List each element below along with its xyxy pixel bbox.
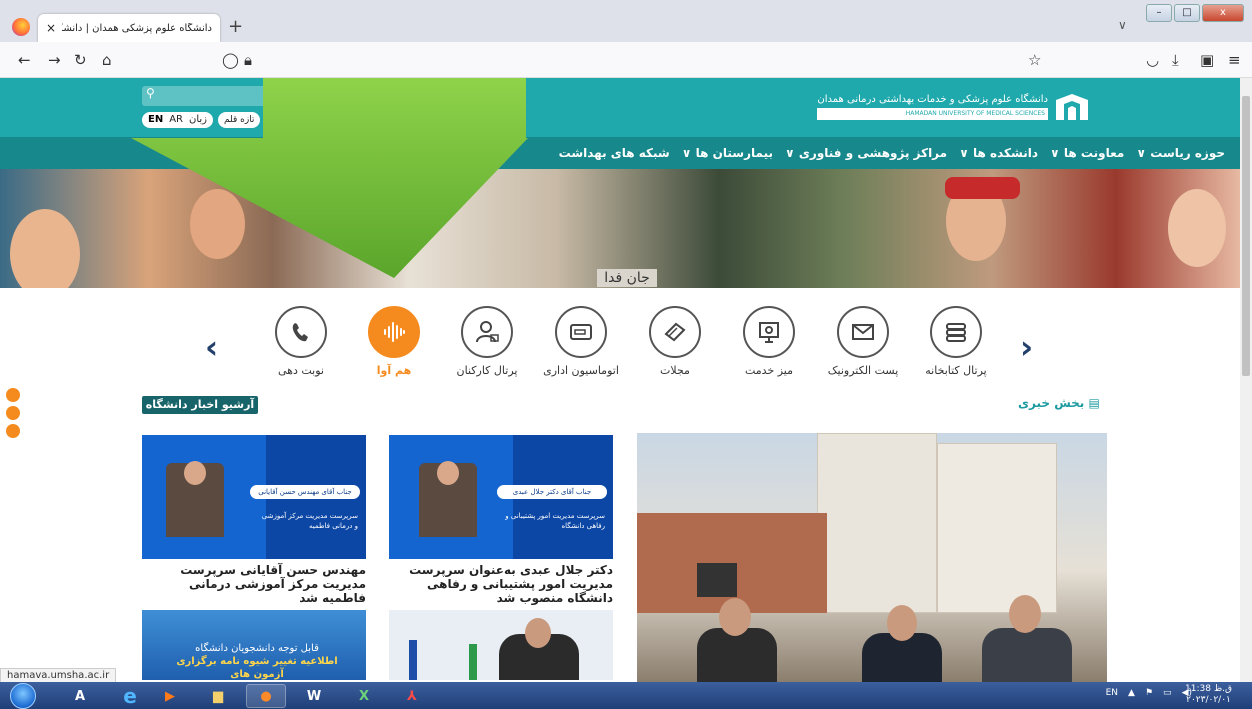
news-card-line: قابل توجه دانشجویان دانشگاه [195, 643, 319, 654]
file-explorer-icon[interactable]: ▆ [198, 684, 238, 708]
featured-news-image[interactable] [637, 433, 1107, 682]
instagram-icon[interactable] [6, 388, 20, 402]
pocket-icon[interactable]: ◡ [1146, 51, 1159, 69]
browser-tab-bar: دانشگاه علوم پزشکی همدان | دانشگاه ع × +… [0, 0, 1252, 42]
excel-icon[interactable]: X [344, 684, 384, 708]
acrobat-reader-icon[interactable]: A [60, 684, 100, 708]
news-card-banner: جناب آقای مهندس حسن آقایانی [250, 485, 360, 499]
menu-item-health-networks[interactable]: شبکه های بهداشت [559, 146, 670, 160]
service-automation[interactable]: اتوماسیون اداری [533, 306, 629, 377]
tray-network-icon[interactable]: ▭ [1163, 688, 1172, 698]
archive-label: آرشیو اخبار دانشگاه [145, 398, 255, 411]
news-card-title[interactable]: مهندس حسن آقایانی سرپرست مدیریت مرکز آمو… [142, 563, 366, 605]
download-icon[interactable]: ⤓ [1172, 51, 1179, 69]
telegram-icon[interactable] [6, 406, 20, 420]
news-archive-button[interactable]: آرشیو اخبار دانشگاه ✎ [142, 396, 258, 429]
logo-text: دانشگاه علوم پزشکی و خدمات بهداشتی درمان… [817, 94, 1048, 105]
library-icon [946, 323, 966, 342]
browser-tab[interactable]: دانشگاه علوم پزشکی همدان | دانشگاه ع × [38, 14, 220, 42]
tray-up-icon[interactable]: ▲ [1128, 688, 1135, 698]
service-label: پرتال کارکنان [456, 364, 518, 377]
word-icon[interactable]: W [294, 684, 334, 708]
site-logo[interactable]: دانشگاه علوم پزشکی و خدمات بهداشتی درمان… [817, 92, 1090, 122]
news-card-title[interactable]: دکتر جلال عبدی به‌عنوان سرپرست مدیریت ام… [389, 563, 613, 605]
media-player-icon[interactable]: ▶ [150, 684, 190, 708]
news-card[interactable]: قابل توجه دانشجویان دانشگاه اطلاعیه تغیی… [142, 610, 366, 680]
service-label: اتوماسیون اداری [543, 364, 619, 377]
tracking-shield-icon[interactable]: ◯ [222, 51, 239, 69]
service-label: نوبت دهی [278, 364, 324, 377]
news-card[interactable]: جناب آقای مهندس حسن آقایانی سرپرست مدیری… [142, 435, 366, 605]
internet-explorer-icon[interactable]: e [110, 684, 150, 708]
news-card-desc: سرپرست مدیریت امور پشتیبانی و رفاهی دانش… [505, 512, 605, 530]
eitaa-icon[interactable] [6, 424, 20, 438]
banner-caption: جان فدا [597, 269, 657, 287]
service-label: پست الکترونیک [827, 364, 899, 377]
service-label: پرتال کتابخانه [925, 364, 987, 377]
clock-date: ۲۰۲۳/۰۲/۰۱ [1186, 695, 1231, 705]
close-window-button[interactable]: x [1202, 4, 1244, 22]
tab-title: دانشگاه علوم پزشکی همدان | دانشگاه ع [62, 22, 212, 34]
home-icon[interactable]: ⌂ [102, 51, 112, 69]
news-card-image: جناب آقای دکتر جلال عبدی سرپرست مدیریت ا… [389, 435, 613, 559]
browser-nav-bar: ← → ↻ ⌂ ◯ 🔒︎ ☆ ◡ ⤓ ▣ ≡ [0, 42, 1252, 78]
menu-item-research[interactable]: مراکز پژوهشی و فناوری ∨ [785, 146, 947, 160]
service-desk[interactable]: میز خدمت [721, 306, 817, 377]
taskbar: A e ▶ ▆ ● W X ⅄ EN ▲ ⚑ ▭ ◀) 11:38 ق.ظ ۲۰… [0, 682, 1252, 709]
news-card-banner: جناب آقای دکتر جلال عبدی [497, 485, 607, 499]
service-library[interactable]: پرتال کتابخانه [908, 306, 1004, 377]
news-card-line: اطلاعیه تغییر شیوه نامه برگزاری آزمون ها… [176, 656, 338, 680]
menu-icon[interactable]: ≡ [1228, 51, 1241, 69]
firefox-taskbar-icon[interactable]: ● [246, 684, 286, 708]
journals-icon [664, 322, 686, 342]
firefox-icon [12, 18, 30, 36]
start-button[interactable] [10, 683, 36, 709]
service-label: هم آوا [376, 364, 412, 377]
logo-subtitle: HAMADAN UNIVERSITY OF MEDICAL SCIENCES [817, 108, 1048, 120]
new-tab-button[interactable]: + [228, 16, 243, 37]
menu-item-presidency[interactable]: حوزه ریاست ∨ [1136, 146, 1225, 160]
reload-icon[interactable]: ↻ [74, 51, 87, 69]
forward-icon[interactable]: → [48, 51, 61, 69]
automation-icon [570, 324, 592, 340]
menu-item-deputies[interactable]: معاونت ها ∨ [1050, 146, 1124, 160]
service-email[interactable]: پست الکترونیک [815, 306, 911, 377]
service-desk-icon [759, 322, 779, 343]
service-journals[interactable]: مجلات [627, 306, 723, 377]
tray-flag-icon[interactable]: ⚑ [1145, 688, 1153, 698]
maximize-button[interactable]: □ [1174, 4, 1200, 22]
university-logo-icon [1056, 94, 1088, 120]
list-tabs-chevron-icon[interactable]: ∨ [1118, 18, 1127, 32]
service-label: میز خدمت [744, 364, 794, 377]
menu-item-hospitals[interactable]: بیمارستان ها ∨ [682, 146, 773, 160]
minimize-button[interactable]: – [1146, 4, 1172, 22]
news-card-desc: سرپرست مدیریت مرکز آموزشی و درمانی فاطمی… [261, 512, 358, 530]
tab-close-icon[interactable]: × [46, 21, 56, 35]
news-card[interactable]: جناب آقای دکتر جلال عبدی سرپرست مدیریت ا… [389, 435, 613, 605]
bookmark-star-icon[interactable]: ☆ [1028, 51, 1041, 69]
taskbar-clock[interactable]: 11:38 ق.ظ ۲۰۲۳/۰۲/۰۱ [1185, 684, 1232, 706]
news-card[interactable] [389, 610, 613, 680]
pdf-icon[interactable]: ⅄ [392, 684, 432, 708]
status-url: hamava.umsha.ac.ir [0, 668, 117, 683]
extensions-icon[interactable]: ▣ [1200, 51, 1214, 69]
social-links [6, 388, 20, 442]
email-icon [852, 324, 874, 340]
back-icon[interactable]: ← [18, 51, 31, 69]
news-card-image: جناب آقای مهندس حسن آقایانی سرپرست مدیری… [142, 435, 366, 559]
page-scrollbar[interactable] [1240, 78, 1252, 682]
news-section-title: بخش خبری ▤ [1018, 396, 1100, 410]
carousel-next-icon[interactable]: › [1020, 328, 1033, 366]
news-title-text: بخش خبری [1018, 396, 1085, 410]
lock-icon[interactable]: 🔒︎ [244, 51, 252, 69]
service-label: مجلات [660, 364, 690, 377]
window-controls: – □ x [1146, 4, 1244, 22]
web-page: ⚲ EN AR زبان تازه قلم دانشگاه علوم پزشکی… [0, 78, 1240, 682]
system-tray: EN ▲ ⚑ ▭ ◀) [1106, 688, 1192, 698]
green-arrow-overlay [131, 78, 528, 278]
clock-time: 11:38 ق.ظ [1185, 684, 1232, 694]
tray-language[interactable]: EN [1106, 688, 1118, 698]
menu-item-faculties[interactable]: دانشکده ها ∨ [959, 146, 1038, 160]
